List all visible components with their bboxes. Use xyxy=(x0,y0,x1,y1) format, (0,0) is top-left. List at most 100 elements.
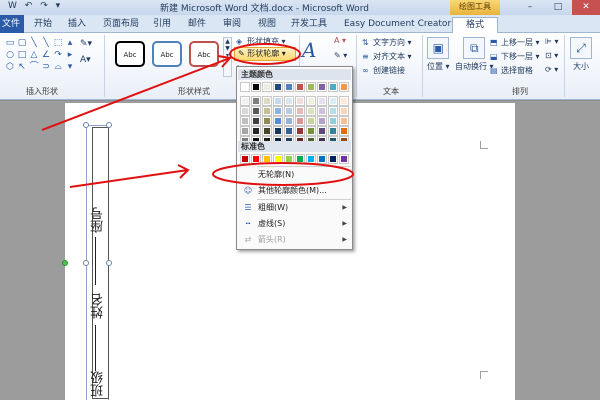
theme-color-swatch[interactable] xyxy=(295,116,305,126)
standard-color-swatch[interactable] xyxy=(306,154,316,164)
send-backward-button[interactable]: ⬓ 下移一层 ▾ xyxy=(490,51,540,62)
standard-color-swatch[interactable] xyxy=(240,154,250,164)
theme-color-swatch[interactable] xyxy=(295,82,305,92)
tab-easy-document-creator[interactable]: Easy Document Creator xyxy=(342,17,453,33)
theme-color-swatch[interactable] xyxy=(339,106,349,116)
oval-shape-icon[interactable]: ○ xyxy=(4,49,16,61)
theme-color-swatch[interactable] xyxy=(240,96,250,106)
selection-pane-button[interactable]: ▤ 选择窗格 xyxy=(490,65,533,76)
standard-color-swatch[interactable] xyxy=(273,154,283,164)
align-button[interactable]: ⊫ ▾ xyxy=(545,37,559,46)
close-button[interactable]: ✕ xyxy=(572,0,600,15)
theme-color-swatch[interactable] xyxy=(273,106,283,116)
redo-icon[interactable]: ↷ xyxy=(40,1,48,11)
theme-color-swatch[interactable] xyxy=(328,106,338,116)
textbox-shape-icon[interactable]: ▢ xyxy=(16,37,28,49)
standard-color-swatch[interactable] xyxy=(317,154,327,164)
minimize-button[interactable]: – xyxy=(516,0,544,15)
tab-mailings[interactable]: 邮件 xyxy=(186,17,208,33)
theme-color-swatch[interactable] xyxy=(328,116,338,126)
theme-color-swatch[interactable] xyxy=(317,82,327,92)
square-shape-icon[interactable]: □ xyxy=(16,49,28,61)
tab-developer[interactable]: 开发工具 xyxy=(289,17,329,33)
edit-shape-button[interactable]: ✎▾ xyxy=(80,39,92,49)
theme-color-swatch[interactable] xyxy=(339,82,349,92)
theme-color-swatch[interactable] xyxy=(262,106,272,116)
arc-shape-icon[interactable]: ⌓ xyxy=(52,61,64,73)
theme-color-swatch[interactable] xyxy=(295,106,305,116)
dashes-menu-item[interactable]: ┅ 虚线(S) ▶ xyxy=(238,217,351,231)
theme-color-swatch[interactable] xyxy=(295,96,305,106)
text-direction-button[interactable]: ⇅ 文字方向 ▾ xyxy=(362,37,412,48)
theme-color-swatch[interactable] xyxy=(262,96,272,106)
tab-file[interactable]: 文件 xyxy=(0,15,24,33)
brace-shape-icon[interactable]: ⊃ xyxy=(40,61,52,73)
standard-color-swatch[interactable] xyxy=(295,154,305,164)
style-gallery-scroll[interactable]: ▲ ▼ ▾ xyxy=(223,37,232,77)
theme-color-swatch[interactable] xyxy=(284,116,294,126)
draw-textbox-button[interactable]: A▾ xyxy=(80,55,91,65)
group-button[interactable]: ⊡ ▾ xyxy=(545,51,558,60)
theme-color-swatch[interactable] xyxy=(251,126,261,136)
tab-view[interactable]: 视图 xyxy=(256,17,278,33)
maximize-button[interactable]: □ xyxy=(544,0,572,15)
style-gallery-item-black[interactable]: Abc xyxy=(115,41,145,67)
theme-color-swatch[interactable] xyxy=(251,82,261,92)
standard-color-swatch[interactable] xyxy=(328,154,338,164)
theme-color-swatch[interactable] xyxy=(240,106,250,116)
theme-color-swatch[interactable] xyxy=(262,116,272,126)
theme-color-swatch[interactable] xyxy=(317,116,327,126)
theme-color-swatch[interactable] xyxy=(306,126,316,136)
theme-color-swatch[interactable] xyxy=(262,82,272,92)
angle-shape-icon[interactable]: ∠ xyxy=(40,49,52,61)
line2-shape-icon[interactable]: ╲ xyxy=(40,37,52,49)
no-outline-menu-item[interactable]: 无轮廓(N) xyxy=(238,168,351,182)
theme-color-swatch[interactable] xyxy=(317,126,327,136)
theme-color-swatch[interactable] xyxy=(284,126,294,136)
theme-color-swatch[interactable] xyxy=(251,106,261,116)
tab-review[interactable]: 审阅 xyxy=(221,17,243,33)
customize-qat-icon[interactable]: ▾ xyxy=(56,1,61,11)
tab-insert[interactable]: 插入 xyxy=(66,17,88,33)
theme-color-swatch[interactable] xyxy=(262,126,272,136)
text-fill-icon[interactable]: A ▾ xyxy=(334,36,346,45)
theme-color-swatch[interactable] xyxy=(240,82,250,92)
rotate-button[interactable]: ⟳ ▾ xyxy=(545,65,558,74)
theme-color-swatch[interactable] xyxy=(339,96,349,106)
more-outline-colors-menu-item[interactable]: ☺ 其他轮廓颜色(M)... xyxy=(238,184,351,198)
theme-color-swatch[interactable] xyxy=(273,82,283,92)
triangle-shape-icon[interactable]: △ xyxy=(28,49,40,61)
text-outline-icon[interactable]: ✎ ▾ xyxy=(334,51,347,60)
gallery-up-icon[interactable]: ▴ xyxy=(64,37,76,49)
theme-color-swatch[interactable] xyxy=(306,82,316,92)
theme-color-swatch[interactable] xyxy=(339,116,349,126)
theme-color-swatch[interactable] xyxy=(273,96,283,106)
theme-color-swatch[interactable] xyxy=(295,126,305,136)
standard-color-swatch[interactable] xyxy=(262,154,272,164)
hexagon-shape-icon[interactable]: ⬡ xyxy=(4,61,16,73)
theme-color-swatch[interactable] xyxy=(306,96,316,106)
standard-color-swatch[interactable] xyxy=(339,154,349,164)
rectangle-shape-icon[interactable]: ▭ xyxy=(4,37,16,49)
theme-color-swatch[interactable] xyxy=(251,116,261,126)
size-button[interactable]: ⤢ 大小 xyxy=(570,37,592,72)
theme-color-swatch[interactable] xyxy=(284,106,294,116)
shape-outline-button[interactable]: ✎ 形状轮廓 ▾ xyxy=(234,47,296,61)
theme-color-swatch[interactable] xyxy=(328,126,338,136)
bring-forward-button[interactable]: ⬒ 上移一层 ▾ xyxy=(490,37,540,48)
undo-icon[interactable]: ↶ xyxy=(25,1,33,11)
shape-fill-button[interactable]: ◈ 形状填充 ▾ xyxy=(236,36,286,47)
gallery-more-icon[interactable]: ▾ xyxy=(64,61,76,73)
resize-handle[interactable] xyxy=(106,122,112,128)
theme-color-swatch[interactable] xyxy=(339,126,349,136)
curve-shape-icon[interactable]: ⌒ xyxy=(28,61,40,73)
arc-arrow-shape-icon[interactable]: ↷ xyxy=(52,49,64,61)
theme-color-swatch[interactable] xyxy=(317,106,327,116)
theme-color-swatch[interactable] xyxy=(240,126,250,136)
arrow-shape-icon[interactable]: ↖ xyxy=(16,61,28,73)
gallery-down-icon[interactable]: ▸ xyxy=(64,49,76,61)
resize-handle[interactable] xyxy=(83,122,89,128)
resize-handle[interactable] xyxy=(83,260,89,266)
style-gallery-item-blue[interactable]: Abc xyxy=(152,41,182,67)
theme-color-swatch[interactable] xyxy=(284,96,294,106)
